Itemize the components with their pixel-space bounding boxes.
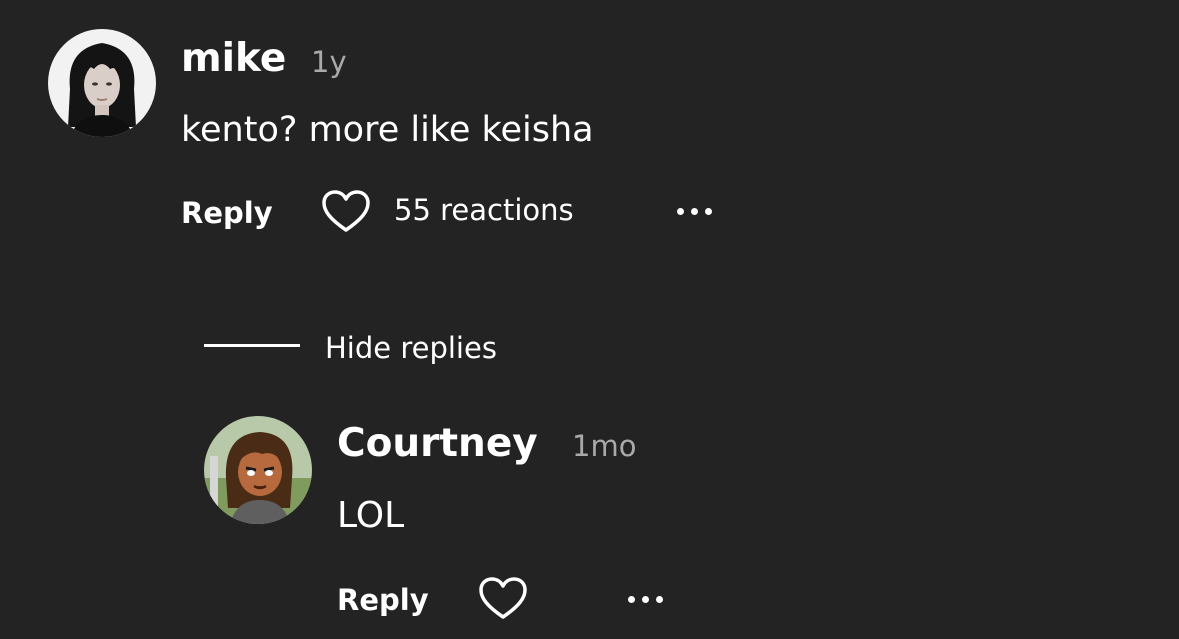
hide-replies-button[interactable]: Hide replies xyxy=(325,328,497,368)
person-avatar-icon xyxy=(48,29,156,137)
replies-divider xyxy=(204,344,300,347)
cartoon-avatar-icon xyxy=(204,416,312,524)
reply-username[interactable]: Courtney xyxy=(337,419,538,469)
reactions-count[interactable]: 55 reactions xyxy=(394,190,574,230)
comment-text: kento? more like keisha xyxy=(181,110,594,150)
user-avatar-courtney[interactable] xyxy=(204,416,312,524)
comment-timestamp: 1y xyxy=(311,45,347,79)
reply-timestamp: 1mo xyxy=(572,429,637,463)
reply-button[interactable]: Reply xyxy=(181,193,273,233)
more-options-icon[interactable] xyxy=(677,205,712,217)
reply-like-heart-icon[interactable] xyxy=(477,576,529,622)
comment-username[interactable]: mike xyxy=(181,34,286,84)
comment-thread: mike 1y kento? more like keisha Reply 55… xyxy=(0,0,1179,639)
reply-text: LOL xyxy=(337,495,405,536)
user-avatar-mike[interactable] xyxy=(48,29,156,137)
reply-more-options-icon[interactable] xyxy=(628,593,663,605)
like-heart-icon[interactable] xyxy=(320,189,372,235)
reply-reply-button[interactable]: Reply xyxy=(337,580,429,620)
